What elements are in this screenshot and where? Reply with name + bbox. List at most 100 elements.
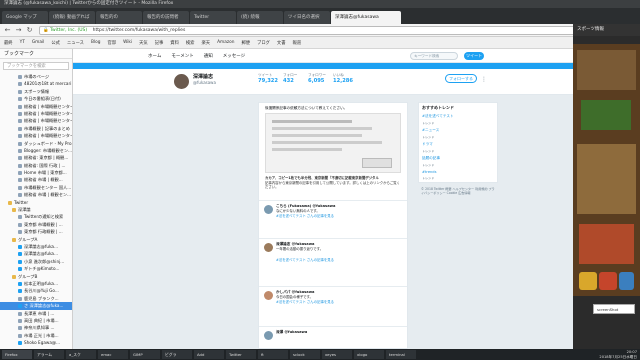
bookmark-toolbar-item[interactable]: Amazon <box>217 40 234 45</box>
twitter-nav-notifications[interactable]: 通知 <box>204 53 213 59</box>
bookmark-toolbar-item[interactable]: ニュース <box>67 40 84 46</box>
bookmark-item[interactable]: 48201の18t at mercari <box>0 80 72 87</box>
bookmark-item[interactable]: 高田 典紀 | 市場... <box>0 317 72 324</box>
bookmark-item[interactable]: 総務省 市場 | 概観セン... <box>0 191 72 198</box>
bookmark-item[interactable]: Blogger: 市場概観セン... <box>0 147 72 154</box>
avatar[interactable] <box>173 73 190 90</box>
bookmark-toolbar-item[interactable]: 天気 <box>139 40 148 46</box>
bookmark-item[interactable]: Twitterの通知と検索 <box>0 213 72 220</box>
bookmark-toolbar-item[interactable]: 報道 <box>293 40 302 46</box>
twitter-nav-messages[interactable]: メッセージ <box>223 53 245 59</box>
tweet-link[interactable]: #法を述べてテスト さんの記事を見る <box>276 258 404 263</box>
bookmark-toolbar-item[interactable]: 楽天 <box>201 40 210 46</box>
trend-item[interactable]: #法を述べてテスト <box>419 113 497 120</box>
bookmark-toolbar-item[interactable]: 公式 <box>51 40 60 46</box>
twitter-search-input[interactable]: キーワード検索 <box>410 51 459 60</box>
trend-item[interactable]: 話題の記事 <box>419 155 497 162</box>
game-button[interactable] <box>579 272 597 290</box>
bookmark-item[interactable]: 松本正明@fuka... <box>0 280 72 287</box>
tweet-avatar[interactable] <box>264 205 273 214</box>
tweet-avatar[interactable] <box>264 243 273 252</box>
more-options-icon[interactable]: ⋮ <box>481 76 487 83</box>
tweet-button[interactable]: ツイート <box>464 51 485 60</box>
bookmark-item[interactable]: Shoko Egawa@... <box>0 339 72 346</box>
bookmark-item[interactable]: 総務省 | 市場概観センター <box>0 103 72 110</box>
browser-tab-active[interactable]: 深澤論志@fukasawa <box>331 11 401 24</box>
bookmark-toolbar-item[interactable]: 最終 <box>4 40 13 46</box>
tweet-avatar[interactable] <box>264 291 273 300</box>
stat-followers[interactable]: フォロワー 6,095 <box>308 73 326 84</box>
bookmark-item[interactable]: 総務省: 国際 行政 | ... <box>0 162 72 169</box>
taskbar-item[interactable]: ピグラ <box>162 350 192 359</box>
tweet-link[interactable]: #法を述べてテスト さんの記事を見る <box>276 214 404 219</box>
stat-following[interactable]: フォロー 432 <box>283 73 297 84</box>
bookmark-folder[interactable]: グループB <box>0 273 72 280</box>
article-card-text[interactable]: カカア、コピー1枚でも半分残、東京新聞「不適切に記載東京新聞デジタル 記事内容か… <box>265 176 401 190</box>
tweet[interactable]: 深澤論志 @fukasawa 一年間の活動の振り返りです。 #法を述べてテスト … <box>259 238 407 286</box>
bookmark-toolbar-item[interactable]: 検索 <box>186 40 195 46</box>
bookmark-item[interactable]: 総務省 | 市場概観センター <box>0 117 72 124</box>
taskbar-item[interactable]: sclock <box>290 350 320 359</box>
taskbar-item[interactable]: Firefox <box>2 350 32 359</box>
bookmark-item[interactable]: 総務省: 東京都 | 概観... <box>0 154 72 161</box>
taskbar-item[interactable]: Twitter <box>226 350 256 359</box>
stat-tweets[interactable]: ツイート 79,322 <box>258 73 278 84</box>
browser-tab[interactable]: (続報) 動画デれば <box>49 11 95 24</box>
tweet-avatar[interactable] <box>264 331 273 340</box>
bookmark-item[interactable]: スポーツ情報 <box>0 88 72 95</box>
bookmark-search-input[interactable]: ブックマークを検索 <box>3 62 69 70</box>
article-image[interactable] <box>265 113 401 173</box>
taskbar-item[interactable]: ft <box>258 350 288 359</box>
bookmark-item[interactable]: 総務省 | 市場概観センター <box>0 132 72 139</box>
bookmark-toolbar-item[interactable]: 郵便 <box>241 40 250 46</box>
bookmark-toolbar-item[interactable]: 文書 <box>277 40 286 46</box>
taskbar-item[interactable]: GIMP <box>130 350 160 359</box>
bookmark-item[interactable]: 市場 正光 | 市場... <box>0 332 72 339</box>
bookmark-item[interactable]: 神奈川県知事 ... <box>0 324 72 331</box>
browser-tab[interactable]: 報告的の <box>96 11 142 24</box>
trend-item[interactable]: #ニュース <box>419 127 497 134</box>
tweet[interactable]: 深澤 @fukasawa <box>259 326 407 348</box>
tweet[interactable]: こちら (Fukasawa) @fukasawa なにか少ない無料の人です。 #… <box>259 200 407 238</box>
taskbar-item[interactable]: terminal <box>386 350 416 359</box>
bookmark-item[interactable]: 市場のページ <box>0 73 72 80</box>
bookmark-item[interactable]: 東京都 市場概観 | ... <box>0 221 72 228</box>
game-button[interactable] <box>599 272 617 290</box>
bookmark-item[interactable]: 市場概観 | 記事のまとめ <box>0 125 72 132</box>
bookmark-toolbar-item[interactable]: Wiki <box>123 40 132 45</box>
trend-item[interactable]: ドラマ <box>419 141 497 148</box>
bookmark-item[interactable]: 長澤恵 市場 | ... <box>0 310 72 317</box>
bookmark-toolbar-item[interactable]: ブログ <box>257 40 270 46</box>
browser-tab[interactable]: Google マップ <box>2 11 48 24</box>
browser-tab[interactable]: ツイ日名の選択 <box>284 11 330 24</box>
bookmark-item[interactable]: 今日の番組表(日付) <box>0 95 72 102</box>
bookmark-item[interactable]: 深澤論志@fuka... <box>0 250 72 257</box>
taskbar-item[interactable]: xlogo <box>354 350 384 359</box>
tweet-link[interactable]: #法を述べてテスト さんの記事を見る <box>276 300 404 305</box>
taskbar-item[interactable]: a_スク <box>66 350 96 359</box>
taskbar-item[interactable]: emac <box>98 350 128 359</box>
bookmark-item[interactable]: 東京都 行政概観 | ... <box>0 228 72 235</box>
back-icon[interactable]: ← <box>3 26 12 35</box>
bookmark-folder[interactable]: Twitter <box>0 199 72 206</box>
reload-icon[interactable]: ↻ <box>25 26 34 35</box>
bookmark-item[interactable]: さ 深澤論志@fuka... <box>0 302 72 310</box>
bookmark-toolbar-item[interactable]: Blog <box>91 40 101 45</box>
bookmark-item[interactable]: ギトチ@Kimoto... <box>0 265 72 272</box>
taskbar-item[interactable]: Add <box>194 350 224 359</box>
twitter-nav-home[interactable]: ホーム <box>148 53 161 59</box>
bookmark-item[interactable]: 深澤論志@fuka... <box>0 243 72 250</box>
bookmark-item[interactable]: Home 市場 | 東京都... <box>0 169 72 176</box>
tweet[interactable]: かしパパ @fukasawa 今日の国会の様子です。 #法を述べてテスト さんの… <box>259 286 407 326</box>
bookmark-item[interactable]: ダッシュボード - My Pro... <box>0 140 72 147</box>
browser-tab[interactable]: (続) 続報 <box>237 11 283 24</box>
screenshot-window[interactable]: screenShot <box>593 304 635 314</box>
bookmark-toolbar-item[interactable]: Gmail <box>32 40 45 45</box>
forward-icon[interactable]: → <box>14 26 23 35</box>
bookmark-toolbar-item[interactable]: 記事 <box>155 40 164 46</box>
bookmark-toolbar-item[interactable]: 官邸 <box>107 40 116 46</box>
bookmark-folder[interactable]: グループA <box>0 236 72 243</box>
browser-tab[interactable]: Twitter <box>190 11 236 24</box>
taskbar-item[interactable]: xeyes <box>322 350 352 359</box>
tweet-author[interactable]: 深澤 @fukasawa <box>276 330 307 335</box>
